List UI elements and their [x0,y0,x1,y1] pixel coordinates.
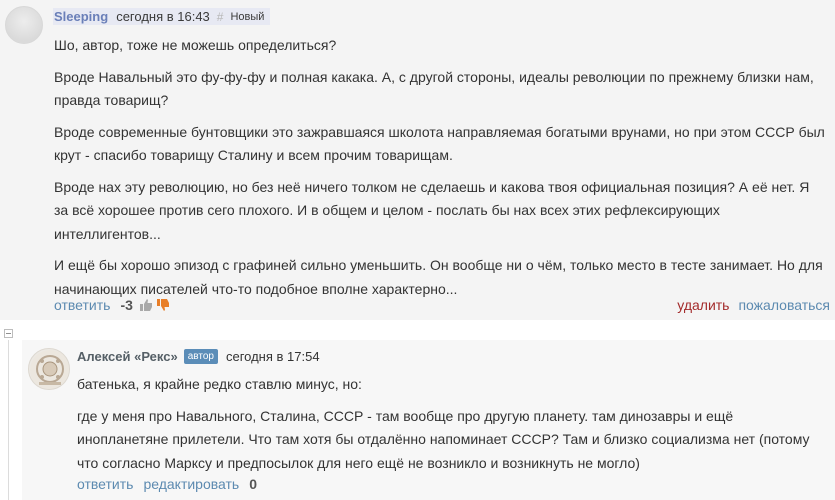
reply-link[interactable]: ответить [77,476,133,492]
comment-time[interactable]: сегодня в 17:54 [226,349,320,364]
author-badge: автор [183,349,218,364]
comment-paragraph: батенька, я крайне редко ставлю минус, н… [77,376,362,392]
thumb-down-icon[interactable] [156,298,170,312]
comment-rex: Алексей «Рекс» автор сегодня в 17:54 бат… [22,340,835,500]
delete-link[interactable]: удалить [677,297,729,313]
comment-paragraph: Вроде современные бунтовщики это зажравш… [54,123,825,164]
comment-score: 0 [249,476,258,492]
comment-score: -3 [120,297,133,313]
comment-paragraph: Вроде Навальный это фу-фу-фу и полная ка… [54,68,814,109]
reply-link[interactable]: ответить [54,297,110,313]
comment-paragraph: Шо, автор, тоже не можешь определиться? [54,37,337,53]
comment-header: Sleeping сегодня в 16:43 # Новый [53,8,271,25]
comment-paragraph: где у меня про Навального, Сталина, СССР… [77,407,810,471]
avatar[interactable] [28,348,70,390]
thread-line [8,340,9,500]
permalink-hash[interactable]: # [217,10,224,24]
edit-link[interactable]: редактировать [143,476,239,492]
comment-paragraph: И ещё бы хорошо эпизод с графиней сильно… [54,257,823,297]
avatar[interactable] [5,6,43,44]
new-label: Новый [230,10,265,23]
comment-actions: ответить -3 удалить пожаловаться [54,295,830,315]
avatar-image [30,350,69,389]
thumb-up-icon[interactable] [139,298,153,312]
comment-actions: ответить редактировать 0 [77,476,257,492]
author-name[interactable]: Алексей «Рекс» [77,349,178,364]
comment-paragraph: Вроде нах эту революцию, но без неё ниче… [54,178,810,242]
comment-time[interactable]: сегодня в 16:43 [116,9,210,24]
comment-sleeping: Sleeping сегодня в 16:43 # Новый Шо, авт… [0,0,835,320]
minus-icon[interactable] [4,329,13,338]
comment-body: батенька, я крайне редко ставлю минус, н… [77,373,827,483]
author-name[interactable]: Sleeping [54,9,108,24]
report-link[interactable]: пожаловаться [738,297,830,313]
comment-body: Шо, автор, тоже не можешь определиться? … [54,34,826,309]
comment-header: Алексей «Рекс» автор сегодня в 17:54 [77,349,320,364]
